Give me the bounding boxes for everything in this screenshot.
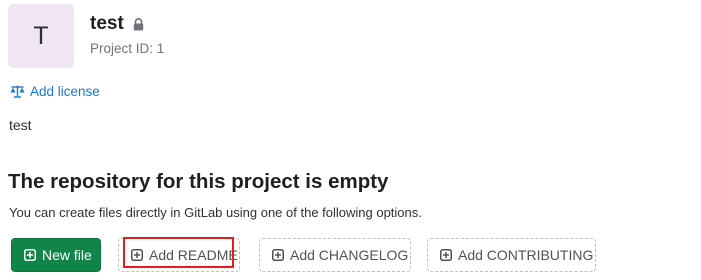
add-readme-button[interactable]: Add README	[118, 238, 240, 272]
add-contributing-label: Add CONTRIBUTING	[458, 247, 594, 263]
add-readme-label: Add README	[149, 247, 238, 263]
plus-square-icon	[440, 249, 452, 261]
empty-repo-title: The repository for this project is empty	[8, 170, 389, 193]
project-title-row: test	[90, 13, 144, 35]
add-license-link[interactable]: Add license	[10, 84, 100, 99]
avatar-letter: T	[33, 21, 49, 50]
plus-square-icon	[131, 249, 143, 261]
plus-square-icon	[272, 249, 284, 261]
add-license-label: Add license	[30, 84, 100, 99]
project-overview: T test Project ID: 1 Add license test Th…	[0, 0, 701, 280]
project-name: test	[90, 13, 124, 34]
project-description: test	[9, 117, 32, 133]
lock-icon	[133, 17, 144, 31]
add-changelog-label: Add CHANGELOG	[290, 247, 409, 263]
add-contributing-button[interactable]: Add CONTRIBUTING	[427, 238, 596, 272]
plus-square-icon	[24, 249, 36, 261]
new-file-button[interactable]: New file	[11, 238, 101, 272]
scale-icon	[10, 85, 25, 98]
project-avatar: T	[8, 4, 74, 68]
project-id: Project ID: 1	[90, 41, 165, 56]
add-changelog-button[interactable]: Add CHANGELOG	[259, 238, 411, 272]
new-file-label: New file	[42, 247, 92, 263]
empty-repo-description: You can create files directly in GitLab …	[9, 205, 422, 220]
